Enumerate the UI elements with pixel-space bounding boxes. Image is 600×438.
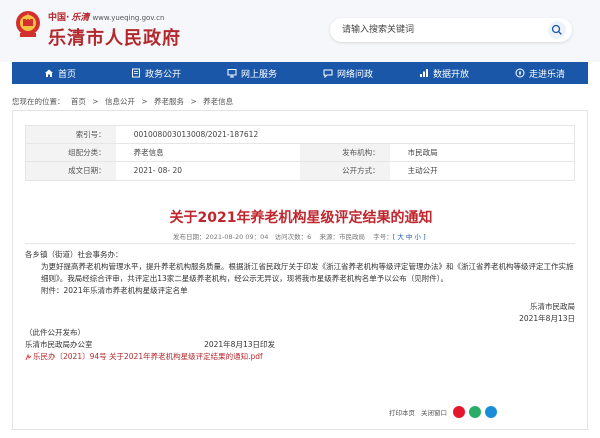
print-button[interactable]: 打印本页 xyxy=(389,407,415,417)
wechat-share-icon[interactable] xyxy=(469,406,481,418)
site-title[interactable]: 乐清市人民政府 xyxy=(48,24,181,50)
home-icon xyxy=(44,69,53,77)
meta-label-category: 组配分类： xyxy=(26,144,116,161)
meta-label-index: 索引号： xyxy=(26,126,116,143)
nav-item-online-service[interactable]: 网上服务 xyxy=(204,62,300,84)
article-paragraph: 为更好提高养老机构管理水平，提升养老机构服务质量。根据浙江省民政厅关于印发《浙江… xyxy=(41,262,574,283)
sign-org: 乐清市民政局 xyxy=(530,302,575,311)
breadcrumb-item-elderly-service[interactable]: 养老服务 xyxy=(154,97,184,106)
breadcrumb-item-info-public[interactable]: 信息公开 xyxy=(105,97,135,106)
site-url: www.yueqing.gov.cn xyxy=(92,14,165,22)
office-name: 乐清市民政局办公室 xyxy=(25,340,93,349)
pdf-link-text: 乐民办〔2021〕94号 关于2021年养老机构星级评定结果的通知.pdf xyxy=(33,352,263,361)
meta-row-category: 组配分类： 养老信息 发布机构： 市民政局 xyxy=(26,144,574,162)
nav-item-label: 网上服务 xyxy=(240,69,277,80)
pdf-attachment-link[interactable]: 乐民办〔2021〕94号 关于2021年养老机构星级评定结果的通知.pdf xyxy=(25,351,575,363)
article-tools: 打印本页 关闭窗口 xyxy=(389,406,501,418)
close-window-button[interactable]: 关闭窗口 xyxy=(421,407,447,417)
search-icon xyxy=(551,24,562,35)
meta-value-date: 2021- 08- 20 xyxy=(133,166,183,175)
nav-item-label: 走进乐清 xyxy=(528,69,565,80)
site-header: 中国· 乐清 www.yueqing.gov.cn 乐清市人民政府 xyxy=(0,0,600,62)
main-nav: 首页 政务公开 网上服务 网络问政 数据开放 走进乐清 xyxy=(12,62,588,84)
views-label: 访问次数： xyxy=(274,233,308,241)
publish-time: 2021-08-20 09：04 xyxy=(205,233,269,241)
meta-value-category: 养老信息 xyxy=(133,148,164,157)
article-title: 关于2021年养老机构星级评定结果的通知 xyxy=(169,210,433,226)
data-icon xyxy=(419,69,428,77)
meta-label-publisher: 发布机构： xyxy=(300,144,390,161)
nav-item-label: 政务公开 xyxy=(144,69,181,80)
source-value: 市民政局 xyxy=(339,233,365,241)
issuing-office: 乐清市民政局办公室 2021年8月13日印发 xyxy=(25,339,275,351)
search-input[interactable] xyxy=(342,22,522,38)
chat-icon xyxy=(323,69,333,78)
nav-item-gov-affairs[interactable]: 政务公开 xyxy=(108,62,204,84)
meta-value-mode: 主动公开 xyxy=(407,166,438,175)
font-size-switcher[interactable]: [ 大 中 小 ] xyxy=(393,233,426,241)
article-subline: 发布日期：2021-08-20 09：04 访问次数：6 来源：市民政局 字号：… xyxy=(173,231,426,241)
office-date: 2021年8月13日印发 xyxy=(204,340,275,349)
source-label: 来源： xyxy=(319,233,340,241)
views-count: 6 xyxy=(307,233,312,241)
breadcrumb-item-elderly-info[interactable]: 养老信息 xyxy=(203,97,233,106)
national-emblem-icon xyxy=(16,11,40,37)
search-button[interactable] xyxy=(548,21,566,39)
weibo-share-icon[interactable] xyxy=(453,406,465,418)
article-greeting: 各乡镇（街道）社会事务办： xyxy=(25,250,123,259)
breadcrumb-separator: > xyxy=(141,97,148,106)
breadcrumb-separator: > xyxy=(92,97,99,106)
publish-time-label: 发布日期： xyxy=(173,233,206,241)
site-logo-top: 中国· 乐清 www.yueqing.gov.cn xyxy=(48,10,164,23)
nav-item-label: 首页 xyxy=(57,69,76,80)
meta-value-publisher: 市民政局 xyxy=(407,148,438,157)
meta-label-date: 成文日期： xyxy=(26,162,116,180)
compass-icon xyxy=(515,68,525,78)
meta-row-date: 成文日期： 2021- 08- 20 公开方式： 主动公开 xyxy=(26,162,574,180)
site-country: 中国· xyxy=(48,13,70,23)
nav-item-label: 数据开放 xyxy=(432,69,469,80)
breadcrumb-item-home[interactable]: 首页 xyxy=(71,97,86,106)
nav-item-about-yueqing[interactable]: 走进乐清 xyxy=(492,62,588,84)
nav-item-online-inquiry[interactable]: 网络问政 xyxy=(300,62,396,84)
nav-item-open-data[interactable]: 数据开放 xyxy=(396,62,492,84)
nav-item-label: 网络问政 xyxy=(336,69,373,80)
meta-table: 索引号： 001008003013008/2021-187612 组配分类： 养… xyxy=(25,125,575,181)
sign-date: 2021年8月13日 xyxy=(519,314,575,323)
document-icon xyxy=(131,68,140,78)
qq-share-icon[interactable] xyxy=(485,406,497,418)
breadcrumb: 您现在的位置： 首页 > 信息公开 > 养老服务 > 养老信息 xyxy=(12,96,237,107)
publish-note: （此件公开发布） xyxy=(25,328,85,337)
meta-label-mode: 公开方式： xyxy=(300,162,390,180)
monitor-icon xyxy=(227,69,237,78)
font-size-label: 字号： xyxy=(373,233,393,241)
nav-item-home[interactable]: 首页 xyxy=(12,62,108,84)
meta-row-index: 索引号： 001008003013008/2021-187612 xyxy=(26,126,574,144)
article-panel: 索引号： 001008003013008/2021-187612 组配分类： 养… xyxy=(12,110,588,430)
search-box xyxy=(330,18,572,42)
pdf-icon xyxy=(25,353,32,360)
divider xyxy=(25,243,575,244)
article-attachment: 附件：2021年乐清市养老机构星级评定名单 xyxy=(41,286,188,295)
site-calligraphy: 乐清 xyxy=(71,13,90,23)
article-body: 各乡镇（街道）社会事务办： 为更好提高养老机构管理水平，提升养老机构服务质量。根… xyxy=(25,249,575,363)
breadcrumb-prefix: 您现在的位置： xyxy=(12,97,65,106)
meta-value-index: 001008003013008/2021-187612 xyxy=(133,130,259,139)
breadcrumb-separator: > xyxy=(190,97,197,106)
